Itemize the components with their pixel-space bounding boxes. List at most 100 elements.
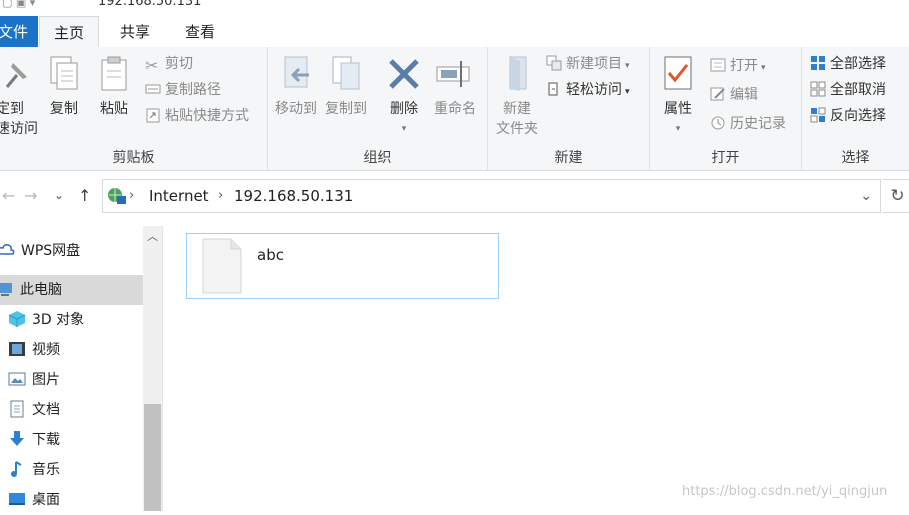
- tab-view-label: 查看: [185, 23, 216, 41]
- address-bar[interactable]: › Internet › 192.168.50.131 ⌄: [102, 179, 881, 213]
- open-icon: [710, 58, 726, 72]
- clipboard-icon: [101, 56, 127, 91]
- copy-to-button[interactable]: 复制到: [324, 55, 368, 119]
- ribbon: 定到 速访问 复制 粘贴 ✂ 剪切 复制路径 粘贴快捷方式 剪贴板 移动到 复制…: [0, 47, 909, 171]
- delete-label: 删除: [390, 101, 418, 117]
- edit-label: 编辑: [730, 87, 758, 103]
- document-icon: [10, 400, 24, 418]
- nav-item-music[interactable]: 音乐: [0, 455, 143, 485]
- nav-item-3d-objects[interactable]: 3D 对象: [0, 305, 143, 335]
- open-caret-icon: ▾: [761, 63, 766, 73]
- copy-label: 复制: [50, 101, 78, 117]
- select-all-icon: [811, 56, 825, 70]
- new-folder-button[interactable]: 新建 文件夹: [492, 55, 542, 139]
- move-to-icon: [284, 56, 309, 88]
- computer-icon: [0, 283, 12, 296]
- paste-shortcut-label: 粘贴快捷方式: [165, 108, 249, 124]
- film-icon: [9, 342, 25, 356]
- address-dropdown-chevron-icon[interactable]: ⌄: [860, 188, 872, 204]
- back-arrow-icon[interactable]: ←: [2, 186, 15, 205]
- new-item-caret-icon: ▾: [625, 61, 630, 71]
- file-item[interactable]: abc: [186, 233, 499, 299]
- open-label: 打开: [730, 58, 758, 74]
- copy-to-label: 复制到: [325, 101, 367, 117]
- scroll-up-chevron-icon[interactable]: ︿: [147, 228, 158, 244]
- nav-item-label: WPS网盘: [21, 243, 81, 259]
- invert-selection-label: 反向选择: [830, 108, 886, 124]
- invert-selection-button[interactable]: 反向选择: [810, 105, 886, 127]
- properties-checkmark-icon: [664, 56, 692, 90]
- rename-label: 重命名: [434, 101, 476, 117]
- nav-item-wps-drive[interactable]: WPS网盘: [0, 236, 143, 266]
- nav-item-label: 图片: [32, 372, 60, 388]
- properties-caret-icon[interactable]: ▾: [658, 119, 698, 139]
- copy-to-icon: [332, 56, 360, 90]
- properties-label: 属性: [664, 101, 692, 117]
- history-clock-icon: [711, 116, 725, 130]
- history-label: 历史记录: [730, 116, 786, 132]
- copy-path-button[interactable]: 复制路径: [145, 79, 221, 101]
- easy-access-button[interactable]: 轻松访问 ▾: [546, 79, 630, 101]
- desktop-icon: [9, 493, 25, 505]
- cloud-icon: [0, 244, 15, 255]
- move-to-button[interactable]: 移动到: [274, 55, 318, 119]
- nav-pane-scrollbar[interactable]: ︿: [143, 226, 162, 511]
- new-group: 新建 文件夹 新建项目 ▾ 轻松访问 ▾ 新建: [488, 47, 650, 171]
- nav-item-pictures[interactable]: 图片: [0, 365, 143, 395]
- nav-item-this-pc[interactable]: 此电脑: [0, 275, 143, 305]
- select-none-button[interactable]: 全部取消: [810, 79, 886, 101]
- tab-view[interactable]: 查看: [171, 16, 229, 48]
- scrollbar-thumb[interactable]: [144, 404, 161, 511]
- breadcrumb-host[interactable]: 192.168.50.131: [234, 187, 353, 205]
- refresh-icon[interactable]: ↻: [883, 179, 909, 213]
- paste-shortcut-icon: [146, 108, 160, 123]
- cut-button[interactable]: ✂ 剪切: [145, 53, 193, 75]
- breadcrumb-separator-icon[interactable]: ›: [218, 188, 223, 203]
- copy-button[interactable]: 复制: [46, 55, 82, 119]
- pin-label-2: 速访问: [0, 121, 38, 137]
- cut-label: 剪切: [165, 56, 193, 72]
- nav-item-label: 此电脑: [20, 282, 62, 298]
- picture-icon: [8, 372, 26, 386]
- download-arrow-icon: [10, 431, 24, 446]
- navigation-pane: WPS网盘 此电脑 3D 对象 视频 图片 文档 下载 音乐 桌面: [0, 226, 143, 511]
- nav-item-videos[interactable]: 视频: [0, 335, 143, 365]
- delete-x-icon: [389, 59, 419, 89]
- easy-access-caret-icon: ▾: [625, 87, 630, 97]
- nav-item-downloads[interactable]: 下载: [0, 425, 143, 455]
- tab-file[interactable]: 文件: [0, 16, 38, 48]
- delete-caret-icon[interactable]: ▾: [384, 119, 424, 139]
- delete-button[interactable]: 删除 ▾: [384, 55, 424, 139]
- network-location-icon: [108, 188, 126, 204]
- rename-button[interactable]: 重命名: [430, 55, 480, 119]
- recent-locations-chevron-icon[interactable]: ⌄: [54, 188, 64, 202]
- invert-selection-icon: [810, 107, 826, 123]
- easy-access-label: 轻松访问: [566, 82, 622, 98]
- tab-share[interactable]: 共享: [106, 16, 164, 48]
- history-button[interactable]: 历史记录: [710, 113, 786, 135]
- tab-share-label: 共享: [120, 23, 151, 41]
- nav-item-label: 下载: [32, 432, 60, 448]
- forward-arrow-icon[interactable]: →: [24, 186, 37, 205]
- new-group-label: 新建: [554, 150, 583, 166]
- new-item-button[interactable]: 新建项目 ▾: [546, 53, 630, 75]
- paste-button[interactable]: 粘贴: [96, 55, 132, 119]
- nav-item-documents[interactable]: 文档: [0, 395, 143, 425]
- rename-icon: [436, 61, 470, 87]
- tab-home[interactable]: 主页: [39, 16, 100, 49]
- breadcrumb-separator-icon[interactable]: ›: [129, 188, 134, 203]
- new-folder-label-1: 新建: [503, 101, 531, 117]
- blank-file-icon: [202, 238, 242, 294]
- paste-shortcut-button[interactable]: 粘贴快捷方式: [145, 105, 249, 127]
- breadcrumb-internet[interactable]: Internet: [149, 187, 209, 205]
- tab-file-label: 文件: [0, 23, 29, 41]
- nav-item-label: 桌面: [32, 492, 60, 508]
- open-button[interactable]: 打开 ▾: [710, 55, 766, 77]
- pin-icon: [5, 63, 27, 88]
- pin-quick-access-button[interactable]: 定到 速访问: [0, 57, 40, 137]
- quick-access-toolbar-icon[interactable]: ▢ ▣ ▾: [2, 0, 35, 8]
- edit-button[interactable]: 编辑: [710, 84, 758, 106]
- select-all-button[interactable]: 全部选择: [810, 53, 886, 75]
- properties-button[interactable]: 属性 ▾: [658, 55, 698, 139]
- up-arrow-icon[interactable]: ↑: [78, 186, 91, 205]
